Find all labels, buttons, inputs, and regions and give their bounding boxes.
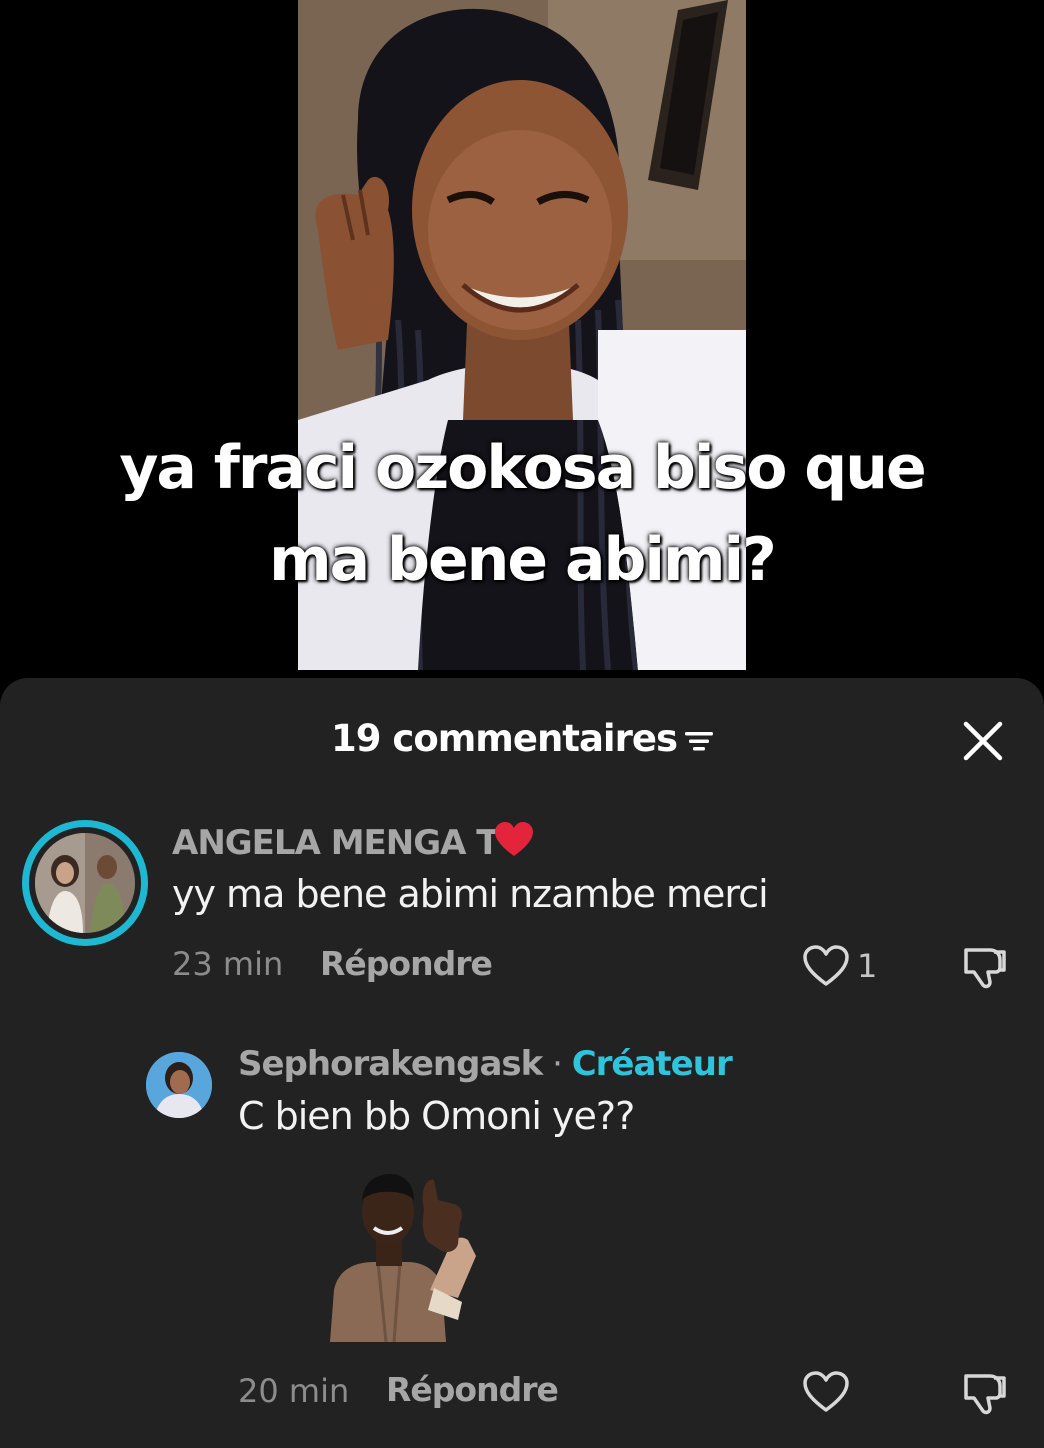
comments-count-label: 19 commentaires [331, 717, 678, 760]
comment-username[interactable]: ANGELA MENGA T [172, 822, 534, 863]
sort-lines-icon[interactable] [684, 729, 713, 753]
video-caption: ya fraci ozokosa biso que ma bene abimi? [0, 422, 1044, 606]
reply-dislike-icon[interactable] [960, 1370, 1008, 1416]
comment-time: 23 min [172, 945, 284, 983]
red-heart-icon [495, 822, 534, 856]
creator-avatar[interactable] [146, 1052, 212, 1118]
comments-header: 19 commentaires [0, 714, 1044, 764]
app-screen: ya fraci ozokosa biso que ma bene abimi?… [0, 0, 1044, 1448]
caption-line-1: ya fraci ozokosa biso que [119, 433, 926, 503]
caption-line-2: ma bene abimi? [269, 525, 777, 595]
reply-reply-button[interactable]: Répondre [386, 1370, 559, 1409]
comment-text: yy ma bene abimi nzambe merci [172, 872, 769, 916]
video-player[interactable]: ya fraci ozokosa biso que ma bene abimi? [0, 0, 1044, 690]
close-icon[interactable] [960, 718, 1006, 764]
reply-time: 20 min [238, 1372, 350, 1410]
reply-button[interactable]: Répondre [320, 944, 493, 983]
like-heart-icon[interactable] [802, 944, 850, 988]
reply-like-heart-icon[interactable] [802, 1370, 850, 1414]
avatar-image [35, 833, 135, 933]
comments-title[interactable]: 19 commentaires [0, 714, 1044, 764]
reply-text: C bien bb Omoni ye?? [238, 1094, 635, 1138]
reply-username-text: Sephorakengask [238, 1044, 543, 1084]
commenter-avatar[interactable] [22, 820, 148, 946]
reply-username[interactable]: Sephorakengask · Créateur [238, 1044, 733, 1084]
dislike-icon[interactable] [960, 944, 1008, 990]
creator-badge: Créateur [571, 1044, 733, 1084]
man-thumbs-up-sticker [330, 1174, 476, 1342]
username-text: ANGELA MENGA T [172, 823, 499, 863]
like-count: 1 [857, 947, 878, 985]
username-separator: · [542, 1044, 572, 1084]
